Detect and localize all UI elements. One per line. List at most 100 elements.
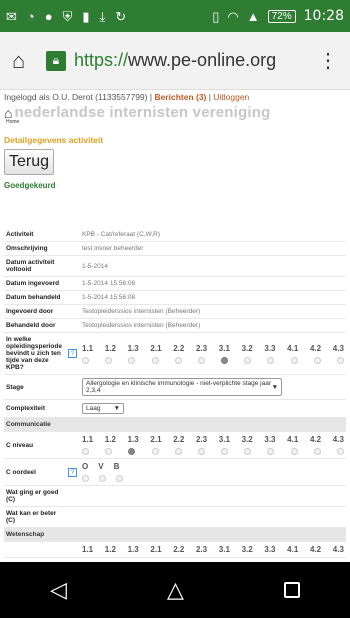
- recents-square-icon[interactable]: [283, 582, 300, 598]
- section-communicatie: Communicatie: [4, 417, 346, 432]
- c-niveau-radio-group: [82, 448, 344, 455]
- row-wat-kan-beter: Wat kan er beter (C): [4, 506, 346, 528]
- row-behandeld-door: Behandeld door Testopleiderssios interni…: [4, 318, 346, 333]
- niveau-label: 1.2: [104, 435, 116, 444]
- home-house-icon[interactable]: ⌂: [4, 106, 12, 120]
- niveau-radio[interactable]: [82, 448, 89, 455]
- period-label: 2.1: [150, 343, 162, 353]
- period-radio[interactable]: [244, 356, 252, 364]
- niveau-radio[interactable]: [128, 448, 136, 455]
- wetenschap-label: 1.1: [82, 545, 94, 554]
- login-info: Ingelogd als O.U. Derot (1133557799) | B…: [4, 92, 346, 102]
- period-radio[interactable]: [197, 356, 205, 364]
- overflow-menu-icon[interactable]: ⋮: [318, 48, 338, 73]
- row-label: Complexiteit: [4, 399, 66, 418]
- row-value: Testopleiderssios internisten (Beheerder…: [80, 318, 346, 333]
- oordeel-radio[interactable]: [116, 475, 123, 482]
- wetenschap-label: 1.3: [127, 545, 139, 554]
- wifi-calling-icon: ◔: [26, 8, 35, 24]
- niveau-radio[interactable]: [105, 448, 113, 455]
- row-datum-behandeld: Datum behandeld 1-5-2014 15:56:08: [4, 290, 346, 305]
- period-label: 1.3: [127, 343, 139, 353]
- period-radio[interactable]: [290, 356, 298, 364]
- period-radio[interactable]: [82, 356, 89, 364]
- wetenschap-label: 1.2: [104, 545, 116, 554]
- battery-indicator: 72%: [267, 9, 296, 23]
- period-radio[interactable]: [174, 356, 182, 364]
- login-text: Ingelogd als O.U. Derot (1133557799) |: [4, 92, 153, 102]
- row-wat-ging-goed: Wat ging er goed (C): [4, 485, 346, 507]
- niveau-label: 3.1: [218, 435, 230, 444]
- period-label: 3.2: [241, 343, 253, 353]
- wetenschap-label: 4.3: [332, 545, 344, 554]
- row-ingevoerd-door: Ingevoerd door Testopleiderssios interni…: [4, 304, 346, 319]
- wetenschap-label: 3.1: [218, 545, 230, 554]
- row-label: C niveau: [4, 431, 66, 459]
- c-niveau-scale-labels: 1.1 1.2 1.3 2.1 2.2 2.3 3.1 3.2 3.3 4.1 4.2 4.3: [82, 435, 344, 444]
- niveau-label: 1.3: [127, 435, 139, 444]
- c-oordeel-scale-labels: OVB: [82, 462, 344, 471]
- row-label: Behandeld door: [4, 318, 66, 333]
- period-radio[interactable]: [221, 356, 229, 364]
- period-scale-labels: 1.1 1.2 1.3 2.1 2.2 2.3 3.1 3.2 3.3 4.1 4.2 4.3: [82, 344, 344, 353]
- row-omschrijving: Omschrijving test invoer beheerder: [4, 241, 346, 256]
- wetenschap-label: 2.1: [150, 545, 162, 554]
- wetenschap-label: 4.1: [287, 545, 299, 554]
- oordeel-label: V: [98, 462, 104, 471]
- wetenschap-label: 3.3: [264, 545, 276, 554]
- niveau-radio[interactable]: [290, 448, 298, 455]
- lock-icon[interactable]: 🔒︎: [46, 50, 66, 71]
- period-label: 3.3: [264, 343, 276, 353]
- home-circle-icon[interactable]: △: [167, 577, 184, 603]
- help-icon[interactable]: ?: [68, 467, 77, 477]
- url-field[interactable]: https://www.pe-online.org: [74, 50, 318, 71]
- messages-link[interactable]: Berichten (3): [154, 92, 206, 102]
- period-radio[interactable]: [151, 356, 159, 364]
- oordeel-radio[interactable]: [99, 475, 106, 482]
- niveau-label: 3.3: [264, 435, 276, 444]
- row-value: 1-5-2014 15:56:08: [80, 290, 346, 305]
- period-radio[interactable]: [336, 356, 344, 364]
- niveau-radio[interactable]: [267, 448, 275, 455]
- niveau-radio[interactable]: [221, 448, 229, 455]
- section-wetenschap: Wetenschap: [4, 527, 346, 542]
- niveau-radio[interactable]: [174, 448, 182, 455]
- complexity-select-value: Laag: [86, 405, 101, 412]
- browser-url-bar: ⌂ 🔒︎ https://www.pe-online.org ⋮: [0, 32, 350, 90]
- approval-status: Goedgekeurd: [4, 181, 56, 190]
- complexity-select[interactable]: Laag ▼: [82, 403, 124, 414]
- period-label: 2.2: [173, 343, 185, 353]
- period-radio[interactable]: [128, 356, 136, 364]
- niveau-radio[interactable]: [197, 448, 205, 455]
- period-radio[interactable]: [313, 356, 321, 364]
- android-nav-bar: ◁ △: [0, 562, 350, 618]
- section-label: Communicatie: [4, 417, 346, 432]
- period-label: 3.1: [218, 343, 230, 353]
- stage-select[interactable]: Allergologie en klinische immunologie - …: [82, 378, 282, 396]
- niveau-radio[interactable]: [244, 448, 252, 455]
- niveau-radio[interactable]: [336, 448, 344, 455]
- wetenschap-label: 4.2: [309, 545, 322, 554]
- row-activiteit: Activiteit KPB - Cat/referaat (C,W,R): [4, 228, 346, 242]
- row-label: Ingevoerd door: [4, 304, 66, 319]
- wetenschap-label: 3.2: [241, 545, 253, 554]
- row-label: Omschrijving: [4, 241, 66, 256]
- row-value: test invoer beheerder: [80, 241, 346, 256]
- period-radio[interactable]: [105, 356, 113, 364]
- row-label: Datum behandeld: [4, 290, 66, 305]
- oordeel-label: B: [113, 462, 120, 471]
- oordeel-radio[interactable]: [82, 475, 89, 482]
- section-title: Detailgegevens activiteit: [4, 135, 104, 145]
- row-value: 1-5-2014 15:56:08: [80, 276, 346, 291]
- home-icon[interactable]: ⌂: [12, 48, 46, 74]
- back-button[interactable]: Terug: [4, 149, 55, 175]
- separator: |: [208, 92, 211, 102]
- mail-icon: ✉: [6, 8, 17, 24]
- period-radio[interactable]: [267, 356, 275, 364]
- back-triangle-icon[interactable]: ◁: [50, 577, 67, 603]
- row-value: Testopleiderssios internisten (Beheerder…: [80, 304, 346, 319]
- niveau-radio[interactable]: [151, 448, 159, 455]
- niveau-radio[interactable]: [313, 448, 321, 455]
- logout-link[interactable]: Uitloggen: [213, 92, 249, 102]
- help-icon[interactable]: ?: [68, 349, 77, 358]
